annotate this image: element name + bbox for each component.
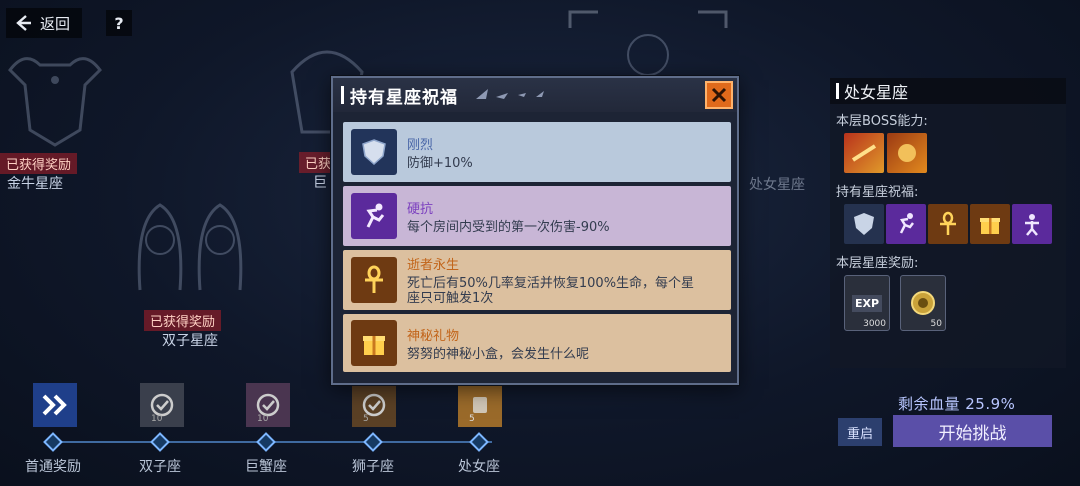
blessing-row[interactable]: 刚烈 防御+10% — [343, 122, 731, 182]
progress-node-1 — [43, 432, 63, 452]
leo-stage-count: 5 — [363, 414, 369, 424]
runner-icon[interactable] — [886, 204, 926, 244]
boss-ability-label: 本层BOSS能力: — [836, 114, 928, 129]
floor-info-panel: 处女星座 本层BOSS能力: 持有星座祝福: 本层星座奖励: EXP 3000 — [830, 78, 1066, 368]
restart-button[interactable]: 重启 — [838, 418, 882, 446]
ankh-icon[interactable] — [928, 204, 968, 244]
blessing-icon-row — [830, 202, 1066, 246]
gift-icon — [351, 320, 397, 366]
boss-beast-icon[interactable] — [887, 133, 927, 173]
modal-title-accent — [341, 86, 344, 104]
progress-node-4 — [363, 432, 383, 452]
coin-icon — [911, 291, 935, 315]
blessing-row[interactable]: 硬抗 每个房间内受到的第一次伤害-90% — [343, 186, 731, 246]
progress-node-3 — [256, 432, 276, 452]
blessing-desc: 每个房间内受到的第一次伤害-90% — [407, 219, 610, 235]
help-button[interactable]: ? — [106, 10, 132, 36]
first-clear-reward-icon[interactable] — [33, 383, 77, 427]
taurus-reward-tag: 已获得奖励 — [0, 153, 78, 174]
title-bar-accent — [836, 83, 839, 99]
ankh-icon — [351, 257, 397, 303]
blessing-name: 逝者永生 — [407, 258, 460, 273]
blessing-desc: 防御+10% — [407, 155, 473, 171]
stage-label-leo: 狮子座 — [352, 459, 394, 475]
fighter-icon[interactable] — [1012, 204, 1052, 244]
cancer-label: 巨 — [313, 175, 327, 191]
close-icon — [711, 87, 727, 103]
gift-icon[interactable] — [970, 204, 1010, 244]
shield-icon[interactable] — [844, 204, 884, 244]
exp-icon: EXP — [851, 294, 883, 312]
gemini-reward-tag: 已获得奖励 — [144, 310, 222, 331]
modal-title: 持有星座祝福 — [350, 87, 458, 108]
panel-title: 处女星座 — [830, 78, 1066, 104]
stage-label-virgo: 处女座 — [458, 459, 500, 475]
floor-reward-label: 本层星座奖励: — [836, 256, 919, 271]
remaining-hp-text: 剩余血量 25.9% — [898, 395, 1016, 413]
blessing-desc: 努努的神秘小盒，会发生什么呢 — [407, 346, 590, 362]
modal-header: 持有星座祝福 — [333, 78, 737, 112]
virgo-bg-label: 处女星座 — [749, 177, 805, 193]
back-label: 返回 — [40, 14, 71, 33]
blessing-row[interactable]: 神秘礼物 努努的神秘小盒，会发生什么呢 — [343, 314, 731, 372]
cancer-stage-count: 10 — [257, 414, 269, 424]
blessing-list-label: 持有星座祝福: — [836, 185, 919, 200]
boss-ability-row — [830, 131, 1066, 175]
stage-label-cancer: 巨蟹座 — [245, 459, 287, 475]
progress-node-2 — [150, 432, 170, 452]
gemini-art — [137, 203, 243, 291]
floor-reward-row: EXP 3000 50 — [830, 273, 1066, 333]
gemini-stage-count: 10 — [151, 414, 163, 424]
gemini-label: 双子星座 — [162, 333, 218, 349]
exp-count: 3000 — [863, 319, 886, 329]
stage-label-gemini: 双子座 — [139, 459, 181, 475]
title-decoration — [476, 89, 544, 99]
exp-reward-card[interactable]: EXP 3000 — [844, 275, 890, 331]
coin-reward-card[interactable]: 50 — [900, 275, 946, 331]
taurus-label: 金牛星座 — [7, 176, 63, 192]
back-arrow-icon — [16, 15, 31, 31]
blessing-name: 神秘礼物 — [407, 328, 460, 344]
shield-icon — [351, 129, 397, 175]
blessing-name: 硬抗 — [407, 201, 434, 217]
back-button[interactable]: 返回 — [6, 8, 82, 38]
virgo-stage-reward-icon[interactable] — [458, 383, 502, 427]
stage-label-first-clear: 首通奖励 — [25, 459, 81, 475]
leo-stage-check-icon[interactable] — [352, 383, 396, 427]
close-button[interactable] — [705, 81, 733, 109]
taurus-art — [8, 57, 102, 147]
coin-count: 50 — [930, 319, 942, 329]
blessing-row[interactable]: 逝者永生 死亡后有50%几率复活并恢复100%生命，每个星座只可触发1次 — [343, 250, 731, 310]
start-challenge-button[interactable]: 开始挑战 — [893, 415, 1052, 447]
runner-icon — [351, 193, 397, 239]
progress-node-5 — [469, 432, 489, 452]
panel-title-text: 处女星座 — [844, 83, 909, 102]
blessing-desc: 死亡后有50%几率复活并恢复100%生命，每个星座只可触发1次 — [407, 276, 695, 306]
boss-fire-icon[interactable] — [844, 133, 884, 173]
blessing-modal: 持有星座祝福 刚烈 防御+10% 硬抗 每个房间内受到的第一次伤害-90% 逝者… — [331, 76, 739, 385]
blessing-name: 刚烈 — [407, 137, 434, 153]
virgo-stage-count: 5 — [469, 414, 475, 424]
